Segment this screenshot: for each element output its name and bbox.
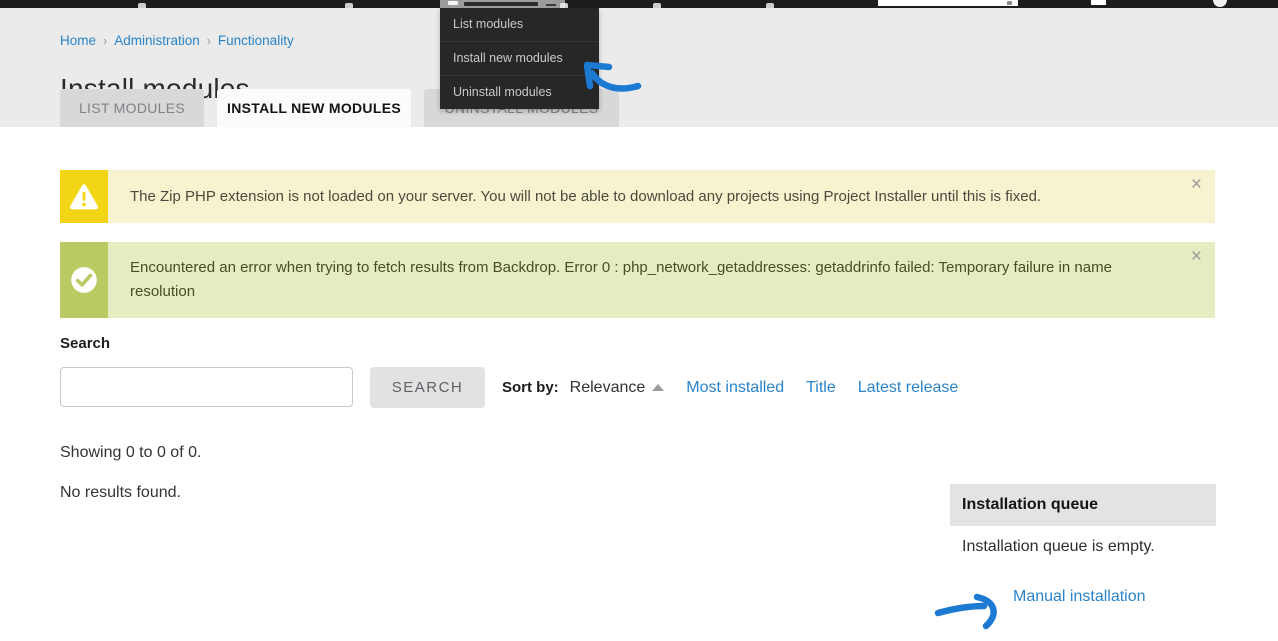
admin-menu-active-item-functionality[interactable] bbox=[440, 0, 565, 8]
sort-link-title[interactable]: Title bbox=[806, 379, 836, 397]
sort-by-label: Sort by: bbox=[502, 379, 559, 396]
close-icon[interactable]: × bbox=[1191, 247, 1202, 266]
breadcrumb-link-home[interactable]: Home bbox=[60, 33, 96, 48]
menu-item-list-modules[interactable]: List modules bbox=[440, 8, 599, 41]
manual-installation-link[interactable]: Manual installation bbox=[1013, 588, 1146, 606]
tab-list-modules[interactable]: LIST MODULES bbox=[60, 89, 204, 127]
search-icon bbox=[1007, 1, 1012, 5]
sort-link-latest-release[interactable]: Latest release bbox=[858, 379, 959, 397]
menu-item-uninstall-modules[interactable]: Uninstall modules bbox=[440, 75, 599, 109]
check-circle-icon bbox=[70, 266, 98, 294]
breadcrumb: Home › Administration › Functionality bbox=[60, 33, 294, 48]
admin-bar-icon bbox=[766, 3, 774, 8]
warning-icon bbox=[69, 183, 99, 211]
results-summary: Showing 0 to 0 of 0. bbox=[60, 444, 201, 462]
puzzle-icon bbox=[448, 1, 458, 5]
annotation-arrow-manual-install bbox=[938, 597, 994, 626]
admin-menu-item-label-clipped bbox=[464, 2, 538, 6]
admin-dropdown-menu: List modules Install new modules Uninsta… bbox=[440, 8, 599, 109]
warning-stripe bbox=[60, 170, 108, 223]
tab-install-new-modules[interactable]: INSTALL NEW MODULES bbox=[217, 89, 411, 127]
installation-queue-panel: Installation queue Installation queue is… bbox=[950, 484, 1216, 567]
close-icon[interactable]: × bbox=[1191, 175, 1202, 194]
installation-queue-empty-text: Installation queue is empty. bbox=[950, 526, 1216, 567]
status-stripe bbox=[60, 242, 108, 318]
breadcrumb-separator: › bbox=[103, 34, 107, 48]
admin-search-input[interactable] bbox=[878, 0, 1018, 6]
breadcrumb-link-functionality[interactable]: Functionality bbox=[218, 33, 294, 48]
admin-bar-icon bbox=[138, 3, 146, 8]
chevron-down-icon bbox=[546, 4, 556, 6]
admin-bar-icon bbox=[1213, 0, 1227, 7]
status-message: Encountered an error when trying to fetc… bbox=[60, 242, 1215, 318]
admin-bar-icon bbox=[345, 3, 353, 8]
sort-link-most-installed[interactable]: Most installed bbox=[686, 379, 784, 397]
search-button[interactable]: SEARCH bbox=[370, 367, 485, 408]
breadcrumb-link-administration[interactable]: Administration bbox=[114, 33, 200, 48]
warning-message: The Zip PHP extension is not loaded on y… bbox=[60, 170, 1215, 223]
sort-controls: Sort by: Relevance Most installed Title … bbox=[502, 379, 958, 397]
status-message-text: Encountered an error when trying to fetc… bbox=[108, 242, 1215, 318]
no-results-text: No results found. bbox=[60, 484, 181, 502]
installation-queue-header: Installation queue bbox=[950, 484, 1216, 526]
breadcrumb-separator: › bbox=[207, 34, 211, 48]
admin-bar-icon bbox=[1091, 0, 1106, 5]
admin-bar-icon bbox=[560, 3, 568, 8]
warning-message-text: The Zip PHP extension is not loaded on y… bbox=[108, 170, 1215, 223]
menu-item-install-new-modules[interactable]: Install new modules bbox=[440, 41, 599, 75]
search-label: Search bbox=[60, 335, 110, 352]
search-input[interactable] bbox=[60, 367, 353, 407]
messages-area: The Zip PHP extension is not loaded on y… bbox=[60, 170, 1215, 337]
admin-toolbar bbox=[0, 0, 1278, 8]
sort-current-relevance[interactable]: Relevance bbox=[570, 379, 646, 397]
sort-ascending-icon[interactable] bbox=[652, 384, 664, 391]
page-header: Home › Administration › Functionality Instal… bbox=[0, 8, 1278, 127]
admin-bar-icon bbox=[653, 3, 661, 8]
